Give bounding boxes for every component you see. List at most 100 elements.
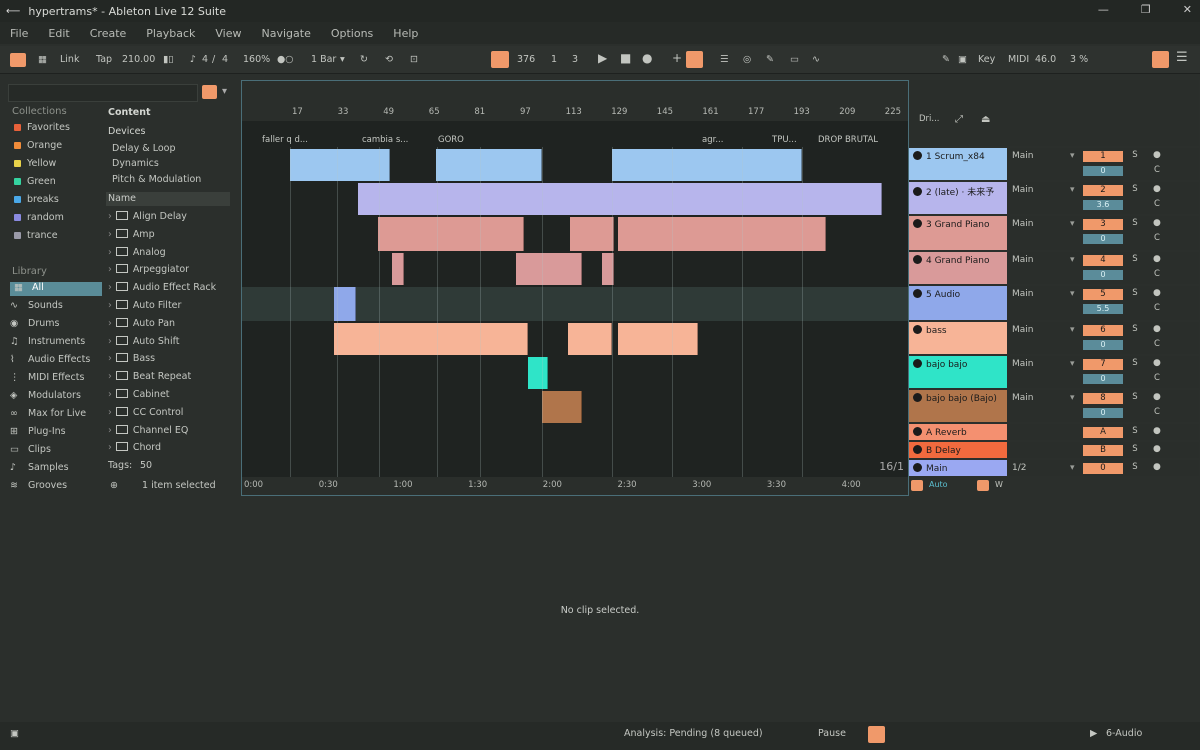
track-activator[interactable]: 7 — [1083, 359, 1123, 370]
fold-icon[interactable] — [913, 219, 922, 228]
arm-icon[interactable]: ● — [1153, 218, 1165, 230]
track-lane[interactable] — [242, 391, 908, 423]
menu-help[interactable]: Help — [393, 27, 418, 40]
detail-view[interactable]: No clip selected. — [0, 500, 1200, 718]
menu-icon[interactable]: ☰ — [1176, 50, 1188, 65]
arm-icon[interactable]: ● — [1153, 288, 1165, 300]
chevron-right-icon[interactable]: › — [108, 353, 112, 364]
arrangement-clip[interactable] — [618, 323, 698, 355]
solo-button[interactable]: S — [1127, 358, 1143, 370]
session-record-icon[interactable]: ◎ — [743, 54, 751, 65]
tempo-field[interactable]: 210.00 — [122, 54, 155, 65]
menu-create[interactable]: Create — [90, 27, 127, 40]
pencil-icon[interactable]: ✎ — [942, 54, 950, 65]
output-routing[interactable]: 1/2 ▾ — [1012, 463, 1075, 473]
locator-marker[interactable]: TPU... — [772, 135, 797, 145]
arm-icon[interactable]: ● — [1153, 392, 1165, 404]
fold-icon[interactable] — [913, 187, 922, 196]
track-lane[interactable] — [242, 149, 908, 181]
song-position-beat[interactable]: 1 — [551, 54, 557, 65]
track-activator[interactable]: A — [1083, 427, 1123, 438]
arrangement-view[interactable]: 17 33 49 65 81 97 113 129 145 161 177 193 209 225 fal… — [241, 80, 909, 496]
collection-item[interactable]: Orange — [14, 140, 62, 151]
output-routing[interactable]: Main ▾ — [1012, 393, 1075, 403]
library-item[interactable]: ⋮ MIDI Effects — [10, 372, 84, 383]
tap-button[interactable]: Tap — [96, 54, 112, 65]
locator-marker[interactable]: cambia s... — [362, 135, 408, 145]
solo-button[interactable]: S — [1127, 150, 1143, 162]
sig-denominator[interactable]: 4 — [222, 54, 228, 65]
device-item[interactable]: › Auto Filter — [108, 300, 181, 311]
arrangement-clip[interactable] — [392, 253, 404, 285]
chevron-right-icon[interactable]: › — [108, 282, 112, 293]
solo-button[interactable]: S — [1127, 218, 1143, 230]
arm-icon[interactable]: ● — [1153, 184, 1165, 196]
volume-field[interactable]: 3.6 — [1083, 200, 1123, 210]
add-folder-icon[interactable]: ⊕ — [110, 480, 118, 491]
library-item[interactable]: ⌇ Audio Effects — [10, 354, 90, 365]
browser-menu-icon[interactable]: ▾ — [222, 86, 227, 97]
device-item[interactable]: › Analog — [108, 246, 166, 258]
track-lane[interactable] — [242, 357, 908, 389]
browser-filter-button[interactable] — [202, 85, 217, 99]
fold-icon[interactable] — [913, 463, 922, 472]
chevron-down-icon[interactable]: ▾ — [1070, 393, 1075, 403]
volume-field[interactable]: 0 — [1083, 374, 1123, 384]
collection-item[interactable]: Yellow — [14, 158, 56, 169]
collection-item[interactable]: breaks — [14, 194, 59, 205]
loop-icon[interactable]: ⟲ — [385, 54, 393, 65]
solo-button[interactable]: S — [1127, 254, 1143, 266]
midi-label[interactable]: MIDI — [1008, 54, 1029, 65]
menu-view[interactable]: View — [215, 27, 241, 40]
pan-center-button[interactable]: C — [1145, 269, 1169, 281]
arm-icon[interactable]: ● — [1153, 444, 1165, 456]
draw-mode-icon[interactable]: ✎ — [766, 54, 774, 65]
link-label[interactable]: Link — [60, 54, 79, 65]
solo-button[interactable]: S — [1127, 426, 1143, 438]
device-item[interactable]: › Audio Effect Rack — [108, 282, 216, 293]
chevron-down-icon[interactable]: ▾ — [1070, 289, 1075, 299]
arrangement-clip[interactable] — [334, 323, 528, 355]
track-name-header[interactable]: B Delay — [909, 442, 1007, 458]
locator-marker[interactable]: GORO — [438, 135, 464, 145]
status-toggle-button[interactable] — [868, 726, 885, 743]
arrangement-clip[interactable] — [542, 391, 582, 423]
lock-icon[interactable]: ⏏ — [981, 114, 990, 125]
track-lane[interactable] — [242, 287, 908, 321]
menu-file[interactable]: File — [10, 27, 28, 40]
output-routing[interactable]: Main ▾ — [1012, 151, 1075, 161]
expand-icon[interactable]: ⤢ — [955, 114, 963, 125]
menu-options[interactable]: Options — [331, 27, 373, 40]
chevron-right-icon[interactable]: › — [108, 211, 112, 222]
sends-toggle[interactable] — [977, 480, 989, 491]
track-activator[interactable]: 5 — [1083, 289, 1123, 300]
chevron-right-icon[interactable]: › — [108, 371, 112, 382]
track-activator[interactable]: 3 — [1083, 219, 1123, 230]
arrangement-clip[interactable] — [436, 149, 542, 181]
chevron-down-icon[interactable]: ▾ — [1070, 325, 1075, 335]
device-item[interactable]: › Cabinet — [108, 389, 170, 400]
output-routing[interactable]: Main ▾ — [1012, 185, 1075, 195]
track-lane[interactable] — [242, 323, 908, 355]
track-activator[interactable]: 1 — [1083, 151, 1123, 162]
volume-field[interactable]: 5.5 — [1083, 304, 1123, 314]
track-lane[interactable] — [242, 217, 908, 251]
solo-button[interactable]: S — [1127, 184, 1143, 196]
fold-icon[interactable] — [913, 289, 922, 298]
metronome-icon[interactable]: ♪ — [190, 54, 196, 65]
device-item[interactable]: › Align Delay — [108, 211, 187, 222]
chevron-right-icon[interactable]: › — [108, 247, 112, 258]
track-activator[interactable]: 0 — [1083, 463, 1123, 474]
track-name-header[interactable]: 3 Grand Piano — [909, 216, 1007, 250]
link-toggle[interactable] — [10, 53, 26, 67]
stop-icon[interactable]: ■ — [620, 51, 631, 65]
library-item[interactable]: ▦ All — [10, 282, 102, 296]
solo-button[interactable]: S — [1127, 462, 1143, 474]
library-item[interactable]: ≋ Grooves — [10, 480, 67, 491]
record-icon[interactable]: ● — [642, 51, 652, 65]
track-lane[interactable] — [242, 443, 908, 459]
nudge-icon[interactable]: ▮▯ — [163, 54, 173, 65]
browser-search-input[interactable] — [8, 84, 198, 102]
sig-numerator[interactable]: 4 — [202, 54, 208, 65]
quantize-field[interactable]: 1 Bar — [311, 54, 336, 65]
